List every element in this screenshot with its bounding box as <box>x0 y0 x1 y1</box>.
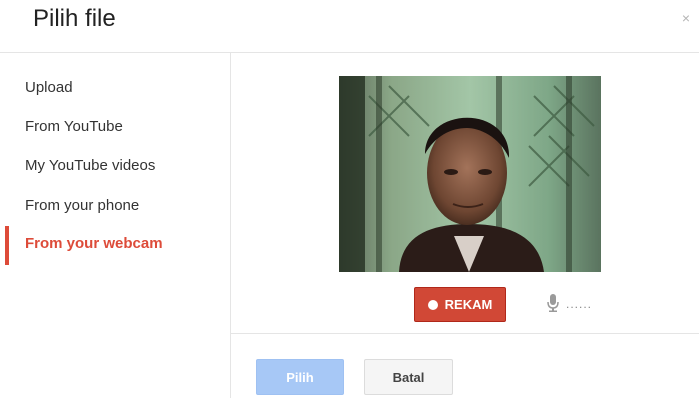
record-dot-icon <box>427 299 438 310</box>
cancel-button[interactable]: Batal <box>364 359 453 395</box>
sidebar-item-my-youtube-videos[interactable]: My YouTube videos <box>25 157 155 174</box>
file-picker-dialog: Pilih file × Upload From YouTube My YouT… <box>0 0 699 398</box>
webcam-preview <box>339 76 601 272</box>
source-sidebar <box>0 53 231 398</box>
sidebar-item-upload[interactable]: Upload <box>25 79 73 96</box>
record-button-label: REKAM <box>444 297 493 312</box>
dialog-header: Pilih file × <box>0 0 699 53</box>
sidebar-item-from-your-phone[interactable]: From your phone <box>25 197 139 214</box>
record-button[interactable]: REKAM <box>414 287 506 322</box>
sidebar-item-from-youtube[interactable]: From YouTube <box>25 118 123 135</box>
microphone-icon <box>547 294 559 317</box>
active-item-indicator <box>5 226 9 265</box>
webcam-image <box>339 76 601 272</box>
footer-divider <box>231 333 699 334</box>
select-button[interactable]: Pilih <box>256 359 344 395</box>
dialog-title: Pilih file <box>33 5 116 32</box>
mic-level-indicator: ...... <box>566 297 593 311</box>
close-icon[interactable]: × <box>682 10 690 26</box>
sidebar-item-from-your-webcam[interactable]: From your webcam <box>25 235 163 252</box>
